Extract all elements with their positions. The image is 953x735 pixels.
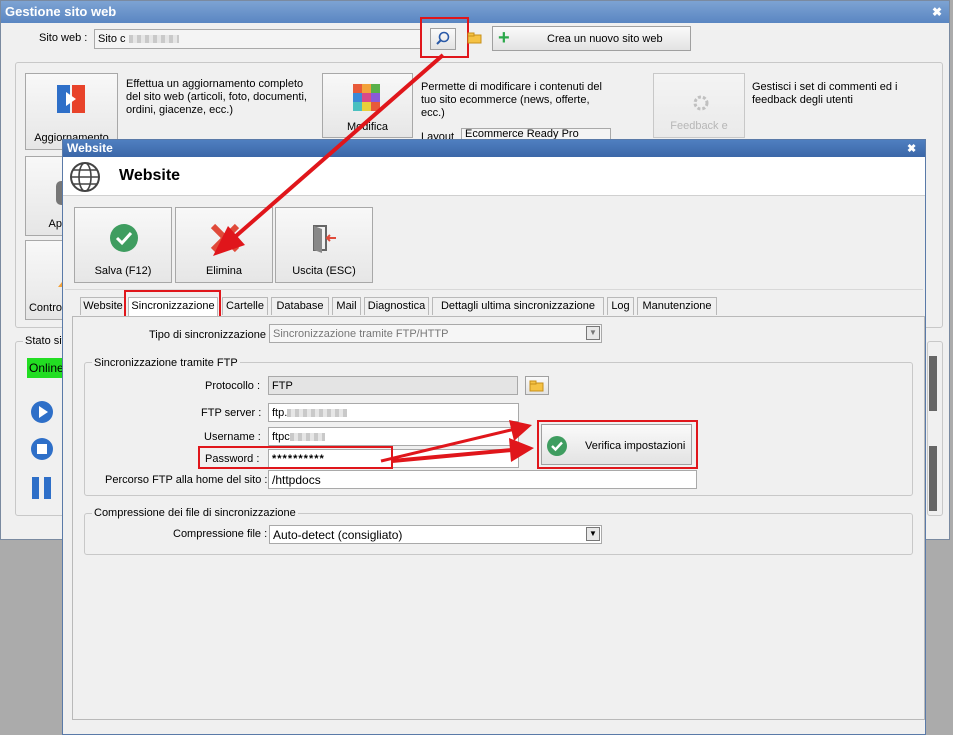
username-label: Username : xyxy=(204,431,261,443)
feedback-button[interactable]: Feedback e xyxy=(653,73,745,138)
scrollbar[interactable] xyxy=(929,356,937,411)
modify-button[interactable]: Modifica xyxy=(322,73,413,138)
tab-diagnostica[interactable]: Diagnostica xyxy=(364,297,429,315)
compression-group-title: Compressione dei file di sincronizzazion… xyxy=(92,507,298,519)
exit-label: Uscita (ESC) xyxy=(292,265,356,277)
search-highlight xyxy=(420,17,469,58)
status-label: Stato sit xyxy=(23,335,67,347)
sync-arrow-icon xyxy=(57,85,85,113)
blurred-text xyxy=(289,433,325,442)
controls-button[interactable]: Contro xyxy=(25,240,66,320)
online-status: Online xyxy=(27,358,65,378)
dialog-title: Website xyxy=(63,140,925,157)
folder-icon xyxy=(529,380,544,392)
save-label: Salva (F12) xyxy=(94,265,152,277)
website-dialog: Website ✖ Website Salva (F12) Elimina Us… xyxy=(62,139,926,735)
delete-label: Elimina xyxy=(205,265,243,277)
compression-select[interactable]: Auto-detect (consigliato) ▼ xyxy=(269,525,602,544)
home-path-label: Percorso FTP alla home del sito : xyxy=(105,474,268,486)
ap-button[interactable]: Ap xyxy=(25,156,66,236)
sync-type-value: Sincronizzazione tramite FTP/HTTP xyxy=(273,328,449,340)
ftp-group-title: Sincronizzazione tramite FTP xyxy=(92,357,240,369)
folder-icon[interactable] xyxy=(467,31,483,45)
chevron-down-icon: ▼ xyxy=(586,527,600,541)
close-icon[interactable]: ✖ xyxy=(907,142,916,155)
tab-log[interactable]: Log xyxy=(607,297,634,315)
grid-icon xyxy=(353,84,380,111)
compression-label: Compressione file : xyxy=(173,528,268,540)
update-description: Effettua un aggiornamento completo del s… xyxy=(126,78,307,116)
username-value: ftpc xyxy=(272,431,290,443)
tab-website[interactable]: Website xyxy=(80,297,126,315)
exit-door-icon xyxy=(313,225,336,253)
home-path-input[interactable]: /httpdocs xyxy=(268,470,697,489)
dialog-heading: Website xyxy=(119,167,181,184)
ftp-server-label: FTP server : xyxy=(201,407,262,419)
check-icon xyxy=(110,224,138,252)
sync-type-label: Tipo di sincronizzazione : xyxy=(149,329,273,341)
site-select[interactable]: Sito c xyxy=(94,29,421,49)
new-site-label: Crea un nuovo sito web xyxy=(547,33,663,45)
blurred-text xyxy=(128,35,179,44)
plus-icon: + xyxy=(498,27,510,49)
chevron-down-icon: ▼ xyxy=(586,326,600,340)
new-site-button[interactable]: + Crea un nuovo sito web xyxy=(492,26,691,51)
protocol-field[interactable]: FTP xyxy=(268,376,518,395)
sync-type-select[interactable]: Sincronizzazione tramite FTP/HTTP ▼ xyxy=(269,324,602,343)
tab-dettagli-sincronizzazione[interactable]: Dettagli ultima sincronizzazione xyxy=(432,297,604,315)
window-title: Gestione sito web xyxy=(1,1,949,23)
dialog-header: Website xyxy=(63,157,925,196)
ftp-server-value: ftp. xyxy=(272,407,288,419)
tab-mail[interactable]: Mail xyxy=(332,297,361,315)
play-icon[interactable] xyxy=(30,400,54,424)
scrollbar[interactable] xyxy=(929,446,937,511)
protocol-label: Protocollo : xyxy=(205,380,261,392)
exit-button[interactable]: Uscita (ESC) xyxy=(275,207,373,283)
stop-icon[interactable] xyxy=(30,437,54,461)
modify-description: Permette di modificare i contenuti del t… xyxy=(421,81,602,119)
save-button[interactable]: Salva (F12) xyxy=(74,207,172,283)
site-value: Sito c xyxy=(98,33,126,45)
ap-label: Ap xyxy=(48,218,62,230)
controls-label: Contro xyxy=(28,302,62,314)
site-label: Sito web : xyxy=(39,32,88,44)
tab-cartelle[interactable]: Cartelle xyxy=(222,297,268,315)
modify-label: Modifica xyxy=(347,121,388,133)
feedback-description: Gestisci i set di commenti ed i feedback… xyxy=(752,81,898,106)
ftp-server-input[interactable]: ftp. xyxy=(268,403,519,422)
tab-manutenzione[interactable]: Manutenzione xyxy=(637,297,717,315)
blurred-text xyxy=(287,409,348,418)
gear-icon xyxy=(693,95,709,111)
username-input[interactable]: ftpc xyxy=(268,427,519,446)
delete-x-icon xyxy=(210,223,240,253)
verify-highlight xyxy=(537,420,698,469)
globe-icon xyxy=(70,162,100,192)
feedback-label: Feedback e xyxy=(670,120,728,132)
password-highlight xyxy=(198,446,393,469)
delete-button[interactable]: Elimina xyxy=(175,207,273,283)
pause-icon[interactable] xyxy=(30,475,54,501)
compression-value: Auto-detect (consigliato) xyxy=(273,528,403,542)
tab-database[interactable]: Database xyxy=(271,297,329,315)
folder-button[interactable] xyxy=(525,376,549,395)
close-icon[interactable]: ✖ xyxy=(932,5,942,19)
